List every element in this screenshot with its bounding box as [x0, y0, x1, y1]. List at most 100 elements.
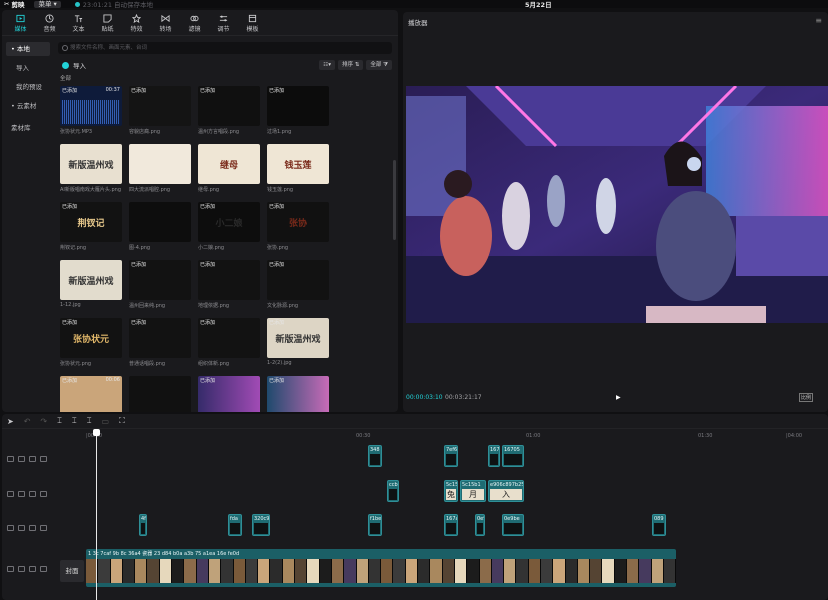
timeline-clip[interactable]: 089 — [652, 514, 666, 536]
split-left-icon[interactable]: ⌶ — [72, 416, 77, 426]
eye-icon[interactable] — [29, 525, 36, 531]
clip-label: 7ef6 — [446, 447, 458, 453]
lock-icon[interactable] — [18, 491, 25, 497]
media-item[interactable]: 已添加 — [198, 376, 260, 412]
tab-audio[interactable]: 音频 — [35, 11, 64, 35]
sidebar-item-presets[interactable]: 我的预设 — [6, 80, 50, 94]
lock-icon[interactable] — [18, 525, 25, 531]
timeline-clip[interactable]: 5c15b1 月 — [460, 480, 486, 502]
volume-icon[interactable] — [40, 566, 47, 572]
media-item[interactable]: 已添加 组织体新.png — [198, 318, 260, 367]
media-scrollbar[interactable] — [393, 160, 396, 240]
undo-icon[interactable]: ↶ — [24, 417, 31, 426]
media-item[interactable]: 已添加 00:37 张协状元.MP3 — [60, 86, 122, 135]
filter-button[interactable]: 全部 ⧩ — [366, 60, 392, 70]
media-item[interactable]: 钱玉莲 钱玉莲.png — [267, 144, 329, 193]
media-item[interactable]: 已添加 容貌店裔.png — [129, 86, 191, 135]
media-panel: 媒体 音频 文本 贴纸 特效 转场 滤镜 调节 模板 • 本地 导入 我的预设 … — [2, 10, 398, 412]
redo-icon[interactable]: ↷ — [40, 417, 47, 426]
media-item[interactable]: 已添加 地理依据.png — [198, 260, 260, 309]
media-item[interactable]: 张协 已添加 张协.png — [267, 202, 329, 251]
media-item[interactable]: 新版温州戏 1-12.jpg — [60, 260, 122, 308]
tab-sticker[interactable]: 贴纸 — [93, 11, 122, 35]
sort-button[interactable]: 排序 ⇅ — [337, 60, 364, 70]
tab-transition[interactable]: 转场 — [151, 11, 180, 35]
timeline-clip[interactable]: 7ef6 — [444, 445, 458, 467]
ratio-button[interactable]: 比例 — [799, 393, 814, 402]
media-item[interactable]: 小二娘 已添加 小二娘.png — [198, 202, 260, 251]
view-mode-button[interactable]: ☷▾ — [319, 60, 335, 70]
select-tool-icon[interactable]: ➤ — [7, 417, 14, 426]
media-item[interactable]: 新版温州戏 已添加 1-2(2).jpg — [267, 318, 329, 366]
delete-icon[interactable]: ▭ — [102, 417, 110, 426]
timeline-clip[interactable]: 0e9 — [475, 514, 485, 536]
player-menu-icon[interactable]: ≡ — [815, 16, 822, 25]
media-item[interactable] — [129, 376, 191, 412]
lock-icon[interactable] — [18, 456, 25, 462]
timeline-clip[interactable]: e906c897b25 入 — [488, 480, 524, 502]
media-item[interactable]: 已添加 过场1.png — [267, 86, 329, 135]
timeline-clip[interactable]: 5c15 兔 — [444, 480, 458, 502]
track-lock-icon[interactable] — [7, 525, 14, 531]
cover-button[interactable]: 封面 — [60, 560, 84, 582]
timeline-clip[interactable]: 0e9be — [502, 514, 524, 536]
clip-label: 4f — [141, 516, 146, 522]
search-input[interactable]: 搜索文件名称、画面元素、台词 — [58, 42, 392, 54]
sidebar-item-local[interactable]: • 本地 — [6, 42, 50, 56]
media-item[interactable]: 新版温州戏 AI新版唱南戏大雁片头.png — [60, 144, 122, 193]
media-item[interactable]: 已添加 普通话唱段.png — [129, 318, 191, 367]
media-item[interactable]: 继母 继母.png — [198, 144, 260, 193]
timeline-clip[interactable]: 320c9 — [252, 514, 270, 536]
media-item[interactable]: 图-4.png — [129, 202, 191, 251]
menu-button[interactable]: 菜单 ▾ — [34, 0, 61, 8]
main-video-track[interactable]: 1 3c 7caf 9b 8c 36a4 瓷器 23 d84 b0a a3b 7… — [86, 549, 676, 587]
tab-effects[interactable]: 特效 — [122, 11, 151, 35]
media-item[interactable]: 已添加 00:06 — [60, 376, 122, 412]
clip-label: 089 — [654, 516, 664, 522]
tab-template[interactable]: 模板 — [238, 11, 267, 35]
sidebar-item-import[interactable]: 导入 — [6, 61, 50, 75]
media-item[interactable]: 已添加 文化脉源.png — [267, 260, 329, 309]
volume-icon[interactable] — [40, 491, 47, 497]
eye-icon[interactable] — [29, 456, 36, 462]
media-item[interactable]: 张协状元 已添加 张协状元.png — [60, 318, 122, 367]
split-icon[interactable]: ⌶ — [57, 416, 62, 426]
lock-icon[interactable] — [18, 566, 25, 572]
volume-icon[interactable] — [40, 525, 47, 531]
tab-filter[interactable]: 滤镜 — [180, 11, 209, 35]
eye-icon[interactable] — [29, 566, 36, 572]
timeline-clip[interactable]: 348 — [368, 445, 382, 467]
media-item-name: 组织体新.png — [198, 361, 230, 367]
import-button[interactable]: 导入 — [56, 59, 92, 71]
sidebar-item-library[interactable]: 素材库 — [6, 121, 50, 135]
media-item[interactable]: 已添加 温州回来纯.png — [129, 260, 191, 309]
timeline-clip[interactable]: 16705 — [502, 445, 524, 467]
timeline-clip[interactable]: 167 — [488, 445, 500, 467]
timeline-clip[interactable]: ccb — [387, 480, 399, 502]
timeline-clip[interactable]: 167a — [444, 514, 458, 536]
split-right-icon[interactable]: ⌶ — [87, 416, 92, 426]
media-thumbnail: 新版温州戏 — [60, 260, 122, 300]
media-item[interactable]: 已添加 — [267, 376, 329, 412]
frame-thumbnail — [110, 559, 123, 583]
volume-icon[interactable] — [40, 456, 47, 462]
media-item[interactable]: 已添加 温州方言唱段.png — [198, 86, 260, 135]
timeline-clip[interactable]: fda — [228, 514, 242, 536]
timeline-clip[interactable]: 4f — [139, 514, 147, 536]
track-lock-icon[interactable] — [7, 456, 14, 462]
track-lock-icon[interactable] — [7, 566, 14, 572]
media-item[interactable]: 四大流派唱腔.png — [129, 144, 191, 193]
tab-adjust[interactable]: 调节 — [209, 11, 238, 35]
tab-text[interactable]: 文本 — [64, 11, 93, 35]
play-button[interactable]: ▶ — [616, 394, 621, 401]
time-ruler[interactable]: |00:00 00:30 01:00 01:30 |04:00 — [86, 429, 828, 441]
tab-media[interactable]: 媒体 — [6, 11, 35, 35]
playhead[interactable] — [93, 429, 100, 600]
timeline-clip[interactable]: f1be — [368, 514, 382, 536]
frame-thumbnail — [319, 559, 332, 583]
eye-icon[interactable] — [29, 491, 36, 497]
screenshot-icon[interactable]: ⛶ — [119, 416, 125, 426]
sidebar-item-cloud[interactable]: • 云素材 — [6, 99, 50, 113]
media-item[interactable]: 荆钗记 已添加 荆钗记.png — [60, 202, 122, 251]
track-lock-icon[interactable] — [7, 491, 14, 497]
